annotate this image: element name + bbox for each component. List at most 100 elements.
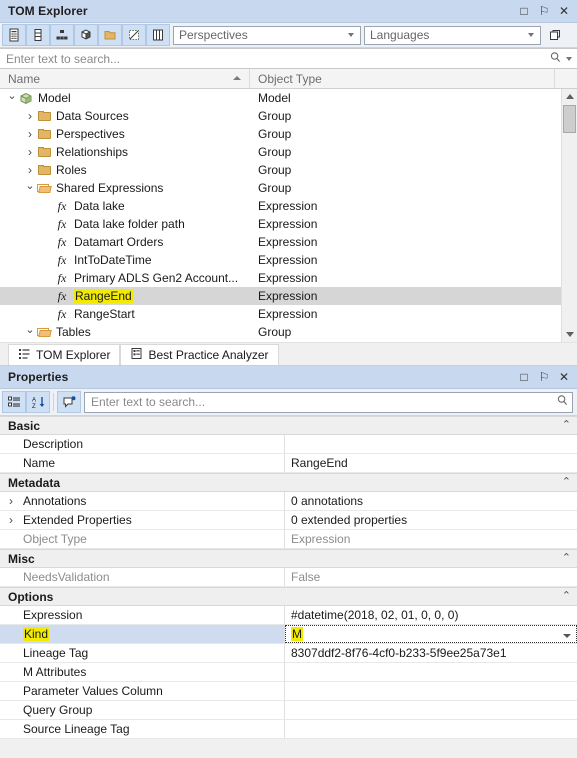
tree-row[interactable]: fx RangeEnd Expression [0,287,577,305]
tree-row[interactable]: fx Primary ADLS Gen2 Account... Expression [0,269,577,287]
property-category-header[interactable]: Basic ⌃ [0,416,577,435]
tab-tom-explorer[interactable]: TOM Explorer [8,344,121,365]
property-value-cell[interactable] [285,663,577,681]
columns-icon[interactable] [26,24,50,46]
hidden-objects-icon[interactable] [122,24,146,46]
chevron-up-icon[interactable]: ⌃ [562,420,571,431]
alphabetical-sort-icon[interactable]: AZ [26,391,50,413]
tab-best-practice-analyzer[interactable]: Best Practice Analyzer [120,344,279,365]
property-row[interactable]: Description [0,435,577,454]
property-category-header[interactable]: Options ⌃ [0,587,577,606]
tree-row-name-cell: ⌄ Shared Expressions [0,181,250,195]
property-row[interactable]: Lineage Tag 8307ddf2-8f76-4cf0-b233-5f9ee… [0,644,577,663]
tom-explorer-search-bar[interactable]: Enter text to search... [0,48,577,69]
property-value-cell[interactable]: 0 annotations [285,492,577,510]
property-row[interactable]: › Extended Properties 0 extended propertie… [0,511,577,530]
property-value-cell[interactable]: RangeEnd [285,454,577,472]
property-row[interactable]: Name RangeEnd [0,454,577,473]
search-input[interactable]: Enter text to search... [6,52,549,66]
tree-row[interactable]: fx Data lake Expression [0,197,577,215]
chevron-right-icon[interactable]: › [24,127,36,141]
tree-row[interactable]: fx RangeStart Expression [0,305,577,323]
tree-row[interactable]: ⌄ Model Model [0,89,577,107]
tree-row[interactable]: ⌄ Shared Expressions Group [0,179,577,197]
property-row[interactable]: Parameter Values Column [0,682,577,701]
tree-vertical-scrollbar[interactable] [561,89,577,342]
property-row[interactable]: M Attributes [0,663,577,682]
search-options-chevron-icon[interactable] [566,56,572,61]
chevron-up-icon[interactable]: ⌃ [562,477,571,488]
chevron-right-icon[interactable]: › [24,163,36,177]
perspectives-dropdown[interactable]: Perspectives [173,25,361,45]
property-value-cell[interactable]: #datetime(2018, 02, 01, 0, 0, 0) [285,606,577,624]
property-value-cell[interactable]: 0 extended properties [285,511,577,529]
properties-search-bar[interactable]: Enter text to search... [84,391,573,413]
property-row[interactable]: › Annotations 0 annotations [0,492,577,511]
property-value-cell[interactable]: M [285,625,577,643]
pin-icon[interactable]: ⚐ [535,2,553,20]
property-category-header[interactable]: Misc ⌃ [0,549,577,568]
tree-row[interactable]: ⌄ Tables Group [0,323,577,341]
property-value-cell[interactable]: 8307ddf2-8f76-4cf0-b233-5f9ee25a73e1 [285,644,577,662]
close-icon[interactable]: ✕ [555,2,573,20]
properties-search-input[interactable]: Enter text to search... [91,395,556,409]
column-header-object-type[interactable]: Object Type [250,69,555,88]
column-header-name[interactable]: Name [0,69,250,88]
categorized-view-icon[interactable] [2,391,26,413]
property-label-cell: › Annotations [0,492,285,510]
tree-row[interactable]: › Relationships Group [0,143,577,161]
property-value-cell[interactable]: Expression [285,530,577,548]
folders-icon[interactable] [98,24,122,46]
property-value-cell[interactable] [285,435,577,453]
display-folders-icon[interactable] [146,24,170,46]
chevron-down-icon[interactable]: ⌄ [6,91,18,105]
close-icon[interactable]: ✕ [555,368,573,386]
chevron-down-icon[interactable] [563,634,571,638]
property-row[interactable]: Kind M [0,625,577,644]
property-row[interactable]: Expression #datetime(2018, 02, 01, 0, 0, … [0,606,577,625]
property-row[interactable]: Source Lineage Tag [0,720,577,739]
property-value-cell[interactable] [285,701,577,719]
pin-icon[interactable]: ⚐ [535,368,553,386]
maximize-icon[interactable]: □ [515,2,533,20]
tree-expander-spacer [42,253,54,267]
chevron-right-icon[interactable]: › [24,109,36,123]
properties-grid[interactable]: Basic ⌃ Description Name RangeEnd Metadata ⌃ › A… [0,416,577,739]
hierarchies-icon[interactable] [50,24,74,46]
property-row[interactable]: Query Group [0,701,577,720]
languages-dropdown[interactable]: Languages [364,25,541,45]
property-label: Object Type [23,532,87,546]
chevron-down-icon[interactable]: ⌄ [24,325,36,339]
scroll-down-button[interactable] [562,327,577,342]
tree-row[interactable]: fx Data lake folder path Expression [0,215,577,233]
maximize-icon[interactable]: □ [515,368,533,386]
tom-explorer-tree[interactable]: ⌄ Model Model › Data Sources Group › Perspectiv… [0,89,577,342]
property-label-cell: Expression [0,606,285,624]
chevron-right-icon[interactable]: › [9,494,22,508]
property-value-cell[interactable] [285,682,577,700]
property-value-cell[interactable]: False [285,568,577,586]
tree-row[interactable]: fx IntToDateTime Expression [0,251,577,269]
search-icon[interactable] [549,51,562,67]
chevron-down-icon[interactable]: ⌄ [24,181,36,195]
property-row[interactable]: NeedsValidation False [0,568,577,587]
chevron-up-icon[interactable]: ⌃ [562,591,571,602]
scroll-up-button[interactable] [562,89,577,104]
measures-cube-icon[interactable] [74,24,98,46]
tree-row[interactable]: › Data Sources Group [0,107,577,125]
tree-row-object-type: Group [258,181,292,195]
tree-row[interactable]: › Roles Group [0,161,577,179]
property-pages-icon[interactable] [57,391,81,413]
scrollbar-thumb[interactable] [563,105,576,133]
tables-icon[interactable] [2,24,26,46]
property-category-header[interactable]: Metadata ⌃ [0,473,577,492]
expand-all-icon[interactable] [543,24,567,46]
tree-row[interactable]: fx Datamart Orders Expression [0,233,577,251]
chevron-right-icon[interactable]: › [9,513,22,527]
property-row[interactable]: Object Type Expression [0,530,577,549]
chevron-right-icon[interactable]: › [24,145,36,159]
search-icon[interactable] [556,394,569,410]
tree-row[interactable]: › Perspectives Group [0,125,577,143]
property-value-cell[interactable] [285,720,577,738]
chevron-up-icon[interactable]: ⌃ [562,553,571,564]
